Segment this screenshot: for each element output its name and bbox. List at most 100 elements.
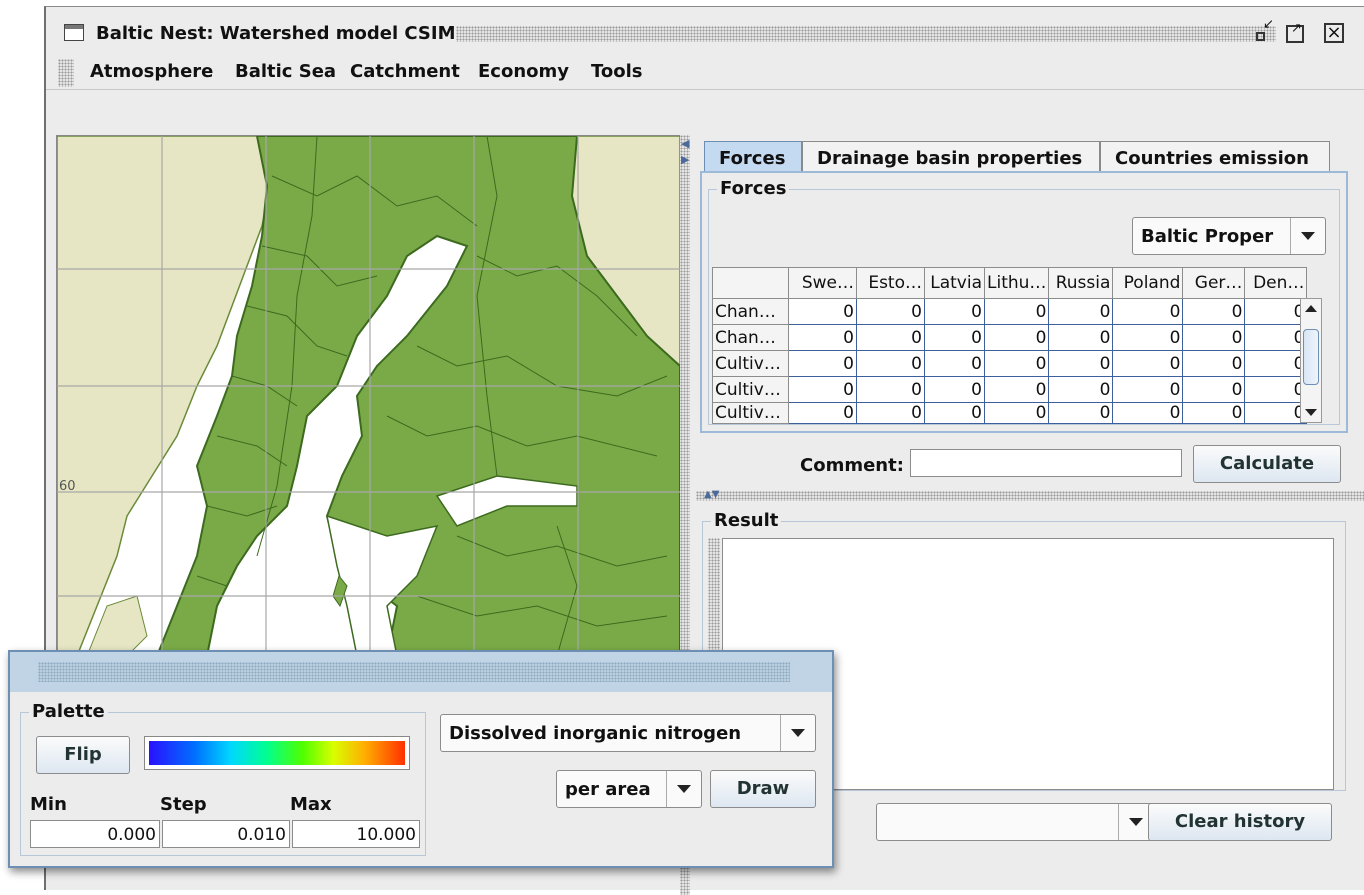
menu-economy[interactable]: Economy xyxy=(478,61,569,82)
tab-countries-emission[interactable]: Countries emission xyxy=(1100,141,1330,171)
tab-forces[interactable]: Forces xyxy=(704,141,802,171)
table-cell[interactable]: 0 xyxy=(924,350,985,377)
title-bar[interactable]: Baltic Nest: Watershed model CSIM × xyxy=(46,7,1364,59)
title-grip[interactable] xyxy=(456,26,1276,42)
table-cell[interactable]: 0 xyxy=(788,350,857,377)
table-cell[interactable]: 0 xyxy=(983,324,1050,351)
table-cell[interactable]: 0 xyxy=(1244,324,1308,351)
table-cell[interactable]: 0 xyxy=(1048,376,1114,403)
table-cell[interactable]: 0 xyxy=(924,324,985,351)
table-cell[interactable]: 0 xyxy=(788,324,857,351)
column-header[interactable]: Den… xyxy=(1244,267,1308,299)
scroll-up-icon[interactable] xyxy=(1305,305,1317,312)
split-left-arrow-icon[interactable]: ◀ xyxy=(681,138,689,149)
clear-history-button[interactable]: Clear history xyxy=(1148,803,1332,841)
palette-group-title: Palette xyxy=(29,701,108,722)
table-cell[interactable]: 0 xyxy=(1112,350,1184,377)
horizontal-split-handle[interactable]: ▲▼ xyxy=(696,489,1364,501)
table-cell[interactable]: 0 xyxy=(983,402,1050,424)
table-cell[interactable]: 0 xyxy=(983,350,1050,377)
min-field[interactable]: 0.000 xyxy=(30,820,160,848)
table-cell[interactable]: 0 xyxy=(788,402,857,424)
table-cell[interactable]: 0 xyxy=(856,350,925,377)
table-cell[interactable]: 0 xyxy=(788,298,857,325)
step-field[interactable]: 0.010 xyxy=(162,820,290,848)
table-cell[interactable]: 0 xyxy=(1244,376,1308,403)
column-header[interactable]: Latvia xyxy=(924,267,985,299)
table-cell[interactable]: 0 xyxy=(856,324,925,351)
menu-baltic-sea[interactable]: Baltic Sea xyxy=(235,61,336,82)
table-cell[interactable]: 0 xyxy=(983,298,1050,325)
table-cell[interactable]: 0 xyxy=(1048,350,1114,377)
split-right-arrow-icon[interactable]: ▶ xyxy=(681,154,689,165)
close-icon[interactable]: × xyxy=(1324,23,1344,43)
table-cell[interactable]: 0 xyxy=(1182,376,1246,403)
column-header[interactable]: Ger… xyxy=(1182,267,1246,299)
column-header[interactable]: Esto… xyxy=(856,267,925,299)
table-cell[interactable]: 0 xyxy=(856,298,925,325)
table-cell[interactable]: 0 xyxy=(1048,402,1114,424)
table-cell[interactable]: 0 xyxy=(856,376,925,403)
row-header: Cultiv… xyxy=(712,402,789,424)
column-header[interactable] xyxy=(712,267,789,299)
unit-select[interactable]: per area xyxy=(556,770,702,808)
table-cell[interactable]: 0 xyxy=(1182,402,1246,424)
map-canvas[interactable]: 60 xyxy=(57,136,680,656)
table-cell[interactable]: 0 xyxy=(924,402,985,424)
table-cell[interactable]: 0 xyxy=(983,376,1050,403)
table-cell[interactable]: 0 xyxy=(1048,324,1114,351)
chevron-down-icon[interactable] xyxy=(1290,218,1325,254)
tab-drainage-basin-properties[interactable]: Drainage basin properties xyxy=(802,141,1100,171)
table-cell[interactable]: 0 xyxy=(788,376,857,403)
table-cell[interactable]: 0 xyxy=(1182,350,1246,377)
table-cell[interactable]: 0 xyxy=(1182,324,1246,351)
calculate-button[interactable]: Calculate xyxy=(1193,445,1341,483)
menu-atmosphere[interactable]: Atmosphere xyxy=(90,61,213,82)
table-cell[interactable]: 0 xyxy=(1244,350,1308,377)
draw-button[interactable]: Draw xyxy=(710,770,816,808)
table-cell[interactable]: 0 xyxy=(856,402,925,424)
watershed-map[interactable]: 60 xyxy=(56,135,681,657)
palette-window: Palette Flip Min Step Max 0.000 0.010 10… xyxy=(8,650,834,868)
table-cell[interactable]: 0 xyxy=(1048,298,1114,325)
chevron-down-icon[interactable] xyxy=(666,771,701,807)
table-cell[interactable]: 0 xyxy=(1182,298,1246,325)
table-row: Cultiv… 0 0 0 0 0 0 0 0 xyxy=(712,402,1308,424)
result-group-title: Result xyxy=(711,510,782,531)
split-up-down-icon[interactable]: ▲▼ xyxy=(704,489,719,500)
color-palette-gradient[interactable] xyxy=(144,736,410,770)
window-title: Baltic Nest: Watershed model CSIM xyxy=(96,23,456,44)
palette-title-bar[interactable] xyxy=(10,652,832,692)
table-cell[interactable]: 0 xyxy=(924,376,985,403)
unit-select-value: per area xyxy=(565,779,651,800)
table-cell[interactable]: 0 xyxy=(1244,402,1308,424)
comment-field[interactable] xyxy=(910,449,1182,477)
region-select[interactable]: Baltic Proper xyxy=(1132,217,1326,255)
palette-title-grip[interactable] xyxy=(38,662,790,682)
comment-label: Comment: xyxy=(800,455,904,476)
menu-grip[interactable] xyxy=(58,59,74,87)
table-cell[interactable]: 0 xyxy=(1112,298,1184,325)
row-header: Chan… xyxy=(712,298,789,325)
variable-select[interactable]: Dissolved inorganic nitrogen xyxy=(440,714,816,752)
table-cell[interactable]: 0 xyxy=(1112,376,1184,403)
menu-tools[interactable]: Tools xyxy=(591,61,643,82)
maximize-icon[interactable] xyxy=(1286,21,1304,43)
column-header[interactable]: Russia xyxy=(1048,267,1114,299)
scroll-down-icon[interactable] xyxy=(1305,409,1317,416)
column-header[interactable]: Swe… xyxy=(788,267,857,299)
table-cell[interactable]: 0 xyxy=(1112,324,1184,351)
scroll-thumb[interactable] xyxy=(1303,329,1319,385)
table-cell[interactable]: 0 xyxy=(1112,402,1184,424)
table-cell[interactable]: 0 xyxy=(1244,298,1308,325)
menu-catchment[interactable]: Catchment xyxy=(350,61,460,82)
minimize-icon[interactable] xyxy=(1254,17,1276,43)
history-select[interactable] xyxy=(876,803,1154,841)
max-field[interactable]: 10.000 xyxy=(292,820,420,848)
chevron-down-icon[interactable] xyxy=(780,715,815,751)
column-header[interactable]: Poland xyxy=(1112,267,1184,299)
column-header[interactable]: Lithu… xyxy=(983,267,1050,299)
table-cell[interactable]: 0 xyxy=(924,298,985,325)
flip-button[interactable]: Flip xyxy=(36,736,130,774)
table-scrollbar[interactable] xyxy=(1300,298,1322,423)
